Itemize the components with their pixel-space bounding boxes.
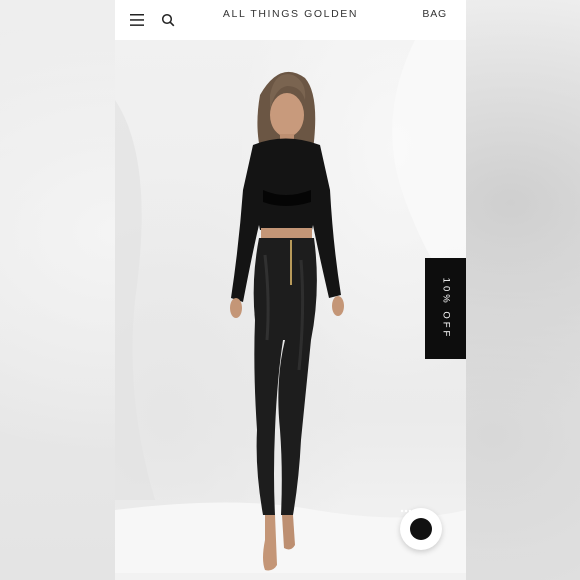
search-icon[interactable]: [156, 8, 180, 32]
promo-discount-tab[interactable]: 10% OFF: [425, 258, 466, 359]
promo-label: 10% OFF: [440, 277, 451, 340]
brand-logo[interactable]: ALL THINGS GOLDEN: [223, 8, 358, 20]
mobile-page: ALL THINGS GOLDEN BAG 10% OFF: [115, 0, 466, 580]
site-header: ALL THINGS GOLDEN BAG: [115, 0, 466, 40]
hamburger-menu-icon[interactable]: [125, 8, 149, 32]
bottom-strip: [115, 573, 466, 580]
chat-bubble-icon: [400, 509, 432, 540]
model-photo: [115, 40, 466, 580]
product-hero-image: 10% OFF: [115, 40, 466, 580]
bag-link[interactable]: BAG: [422, 0, 447, 28]
chat-button[interactable]: [400, 508, 442, 550]
